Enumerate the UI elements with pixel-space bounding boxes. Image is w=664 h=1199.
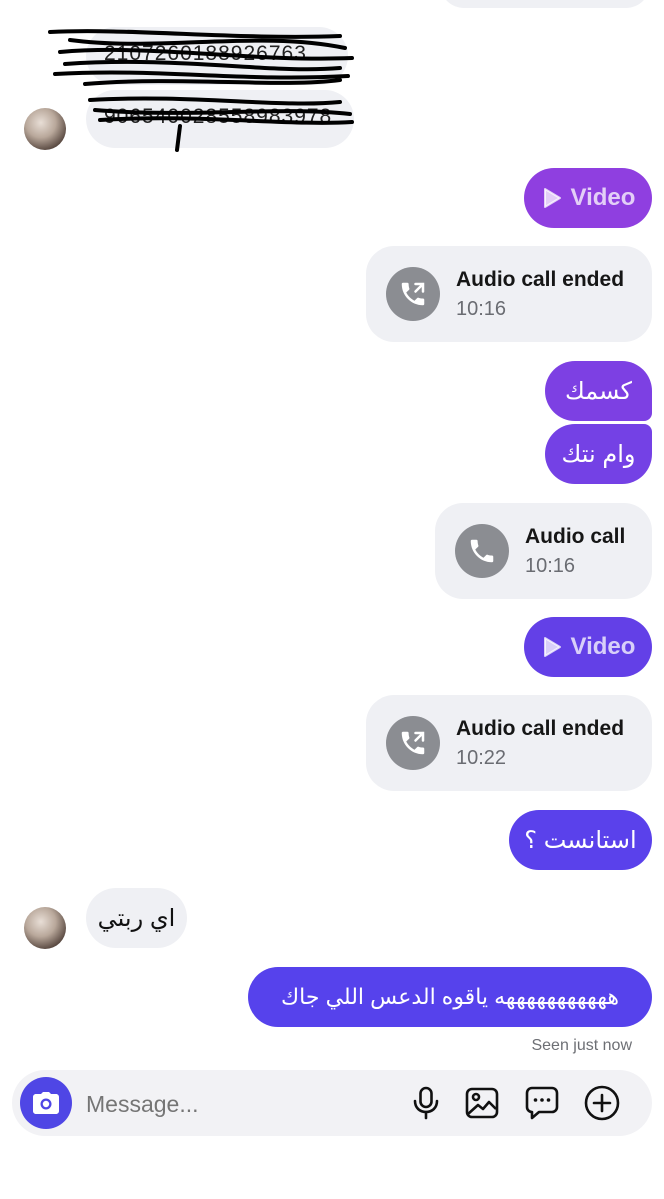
call-title: Audio call [525,524,626,548]
microphone-button[interactable] [408,1085,444,1121]
received-message-bubble[interactable]: اي ربتي [86,888,187,948]
call-message-card[interactable]: Audio call ended 10:22 [366,695,652,791]
call-title: Audio call ended [456,716,625,740]
plus-icon [584,1085,620,1121]
play-icon [543,188,561,208]
seen-status: Seen just now [531,1037,632,1054]
phone-outgoing-icon [386,716,440,770]
message-input[interactable] [84,1083,388,1125]
image-icon [465,1087,499,1119]
message-text: هههههههههههه ياقوه الدعس اللي جاك [281,984,619,1009]
message-composer [12,1070,652,1136]
play-icon [543,637,561,657]
video-message-bubble[interactable]: Video [524,168,652,228]
sticker-button[interactable] [524,1085,560,1121]
message-text: وام نتك [561,440,636,468]
gallery-button[interactable] [464,1085,500,1121]
phone-outgoing-icon [386,267,440,321]
microphone-icon [413,1086,439,1120]
video-message-bubble[interactable]: Video [524,617,652,677]
sent-message-bubble[interactable]: وام نتك [545,424,652,484]
call-message-card[interactable]: Audio call ended 10:16 [366,246,652,342]
sent-message-bubble[interactable]: هههههههههههه ياقوه الدعس اللي جاك [248,967,652,1027]
call-time: 10:16 [456,297,507,320]
message-text: اي ربتي [97,904,176,932]
camera-button[interactable] [20,1077,72,1129]
video-label: Video [570,184,636,211]
contact-avatar[interactable] [24,108,66,150]
call-time: 10:22 [456,746,507,769]
previous-message-bubble[interactable] [440,0,650,8]
message-text: استانست ؟ [524,826,637,854]
call-title: Audio call ended [456,267,625,291]
camera-icon [33,1092,59,1114]
contact-avatar[interactable] [24,907,66,949]
add-button[interactable] [584,1085,620,1121]
phone-icon [455,524,509,578]
redaction-scribble [48,29,354,152]
call-time: 10:16 [525,554,576,577]
video-label: Video [570,633,636,660]
sent-message-bubble[interactable]: كسمك [545,361,652,421]
sent-message-bubble[interactable]: استانست ؟ [509,810,652,870]
message-text: كسمك [565,377,632,405]
call-message-card[interactable]: Audio call 10:16 [435,503,652,599]
sticker-icon [525,1086,559,1120]
